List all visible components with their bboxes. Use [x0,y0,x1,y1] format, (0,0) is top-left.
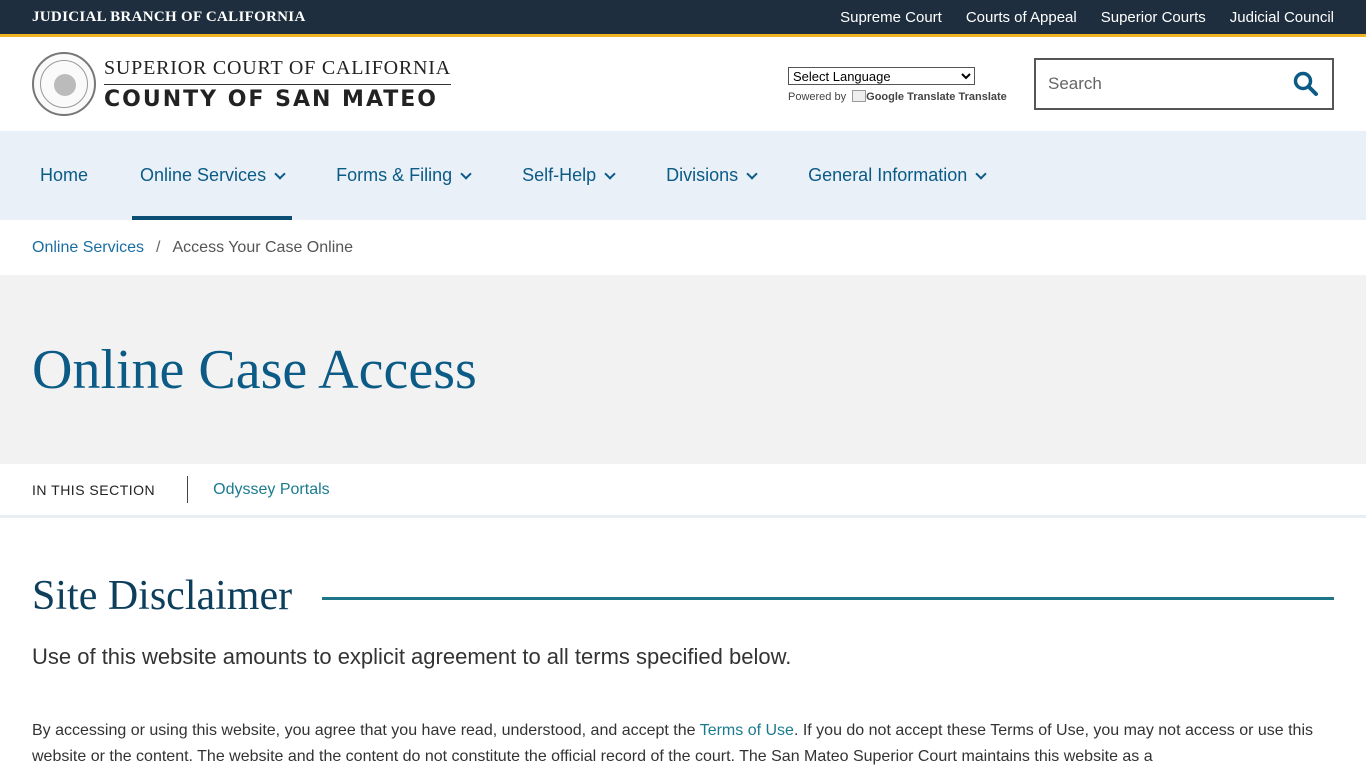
breadcrumb-online-services[interactable]: Online Services [32,239,144,257]
translate-text: Translate [958,91,1007,103]
court-seal-logo[interactable] [32,52,96,116]
nav-divisions[interactable]: Divisions [658,131,764,220]
page-hero: Online Case Access [0,275,1366,464]
nav-divisions-label: Divisions [666,165,739,185]
site-header: SUPERIOR COURT OF CALIFORNIA COUNTY OF S… [0,37,1366,131]
link-superior-courts[interactable]: Superior Courts [1101,9,1206,26]
nav-self-help[interactable]: Self-Help [514,131,622,220]
chevron-down-icon [604,167,616,180]
search-box [1034,58,1334,110]
chevron-down-icon [975,167,987,180]
nav-forms-filing[interactable]: Forms & Filing [328,131,478,220]
search-input[interactable] [1048,74,1292,94]
google-logo-icon [852,90,867,102]
breadcrumb-current: Access Your Case Online [172,238,354,256]
in-this-section-label: IN THIS SECTION [32,476,189,503]
page-title: Online Case Access [32,338,477,401]
in-this-section-nav: IN THIS SECTION Odyssey Portals [0,464,1366,518]
nav-forms-filing-label: Forms & Filing [336,165,453,185]
nav-home[interactable]: Home [32,131,96,220]
nav-self-help-label: Self-Help [522,165,597,185]
court-logo-text[interactable]: SUPERIOR COURT OF CALIFORNIA COUNTY OF S… [104,57,451,112]
google-translate-text[interactable]: Google Translate [866,91,955,103]
powered-by-google: Powered by Google Translate Translate [788,90,1007,103]
logo-line-county: COUNTY OF SAN MATEO [104,86,439,112]
paragraph-text-start: By accessing or using this website, you … [32,722,700,739]
main-navigation: Home Online Services Forms & Filing Self… [0,131,1366,220]
logo-line-superior-court: SUPERIOR COURT OF CALIFORNIA [104,57,451,85]
breadcrumb-separator: / [156,238,161,256]
nav-online-services[interactable]: Online Services [132,131,293,220]
judicial-branch-title[interactable]: JUDICIAL BRANCH OF CALIFORNIA [32,9,306,26]
heading-rule [322,596,1334,600]
nav-online-services-label: Online Services [140,165,267,185]
google-translate-widget: Select Language Powered by Google Transl… [788,67,1007,103]
terms-of-use-link[interactable]: Terms of Use [700,722,794,739]
nav-home-label: Home [40,165,89,185]
chevron-down-icon [746,167,758,180]
link-supreme-court[interactable]: Supreme Court [840,9,942,26]
powered-by-text: Powered by [788,91,847,103]
chevron-down-icon [460,167,472,180]
link-courts-of-appeal[interactable]: Courts of Appeal [966,9,1077,26]
language-select[interactable]: Select Language [788,67,975,85]
judicial-branch-bar: JUDICIAL BRANCH OF CALIFORNIA Supreme Co… [0,0,1366,37]
search-icon[interactable] [1292,70,1320,98]
nav-general-information-label: General Information [808,165,968,185]
main-content: Site Disclaimer Use of this website amou… [0,572,1366,768]
disclaimer-lead: Use of this website amounts to explicit … [32,644,792,669]
disclaimer-paragraph: By accessing or using this website, you … [32,718,1334,768]
disclaimer-heading: Site Disclaimer [32,573,293,619]
breadcrumb: Online Services / Access Your Case Onlin… [0,220,1366,275]
link-judicial-council[interactable]: Judicial Council [1230,9,1334,26]
section-link-odyssey-portals[interactable]: Odyssey Portals [213,481,329,499]
disclaimer-heading-row: Site Disclaimer [32,572,1334,620]
chevron-down-icon [274,167,286,180]
court-links: Supreme Court Courts of Appeal Superior … [840,9,1334,26]
nav-general-information[interactable]: General Information [800,131,993,220]
